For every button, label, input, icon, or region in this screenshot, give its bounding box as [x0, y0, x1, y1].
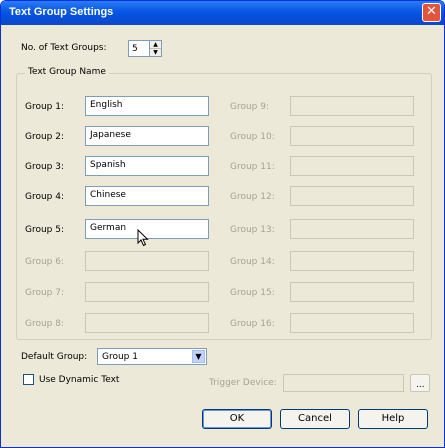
group-13-input: [290, 219, 414, 239]
group-6-input: [85, 251, 209, 271]
group-2-label: Group 2:: [25, 132, 65, 142]
group-9-label: Group 9:: [230, 102, 270, 112]
text-group-name-title: Text Group Name: [25, 67, 109, 77]
spinner-buttons: ▲ ▼: [149, 41, 161, 56]
group-12-label: Group 12:: [230, 192, 275, 202]
group-7-label: Group 7:: [25, 288, 65, 298]
title-bar[interactable]: Text Group Settings ✕: [1, 1, 444, 25]
dropdown-arrow-icon[interactable]: ▼: [192, 350, 205, 363]
group-5-label: Group 5:: [25, 225, 65, 235]
num-groups-label: No. of Text Groups:: [21, 43, 107, 53]
group-13-label: Group 13:: [230, 225, 275, 235]
group-11-label: Group 11:: [230, 162, 275, 172]
group-3-input[interactable]: Spanish: [85, 156, 209, 176]
default-group-label: Default Group:: [21, 352, 88, 362]
trigger-device-field: [283, 374, 404, 392]
group-6-label: Group 6:: [25, 257, 65, 267]
spin-down-icon[interactable]: ▼: [150, 49, 161, 56]
num-groups-spinner[interactable]: 5 ▲ ▼: [128, 40, 162, 57]
group-11-input: [290, 156, 414, 176]
group-16-input: [290, 313, 414, 333]
mouse-pointer-icon: [137, 229, 149, 247]
cancel-button[interactable]: Cancel: [280, 409, 350, 429]
group-15-input: [290, 282, 414, 302]
group-1-input[interactable]: English: [85, 96, 209, 116]
group-7-input: [85, 282, 209, 302]
group-15-label: Group 15:: [230, 288, 275, 298]
group-12-input: [290, 186, 414, 206]
group-1-label: Group 1:: [25, 102, 65, 112]
trigger-device-label: Trigger Device:: [209, 378, 277, 388]
browse-button[interactable]: ...: [410, 374, 430, 392]
num-groups-value: 5: [132, 44, 138, 54]
group-10-input: [290, 126, 414, 146]
group-2-input[interactable]: Japanese: [85, 126, 209, 146]
group-4-label: Group 4:: [25, 192, 65, 202]
window-title: Text Group Settings: [9, 6, 114, 18]
help-button[interactable]: Help: [358, 409, 428, 429]
use-dynamic-text-label: Use Dynamic Text: [39, 375, 120, 385]
group-9-input: [290, 96, 414, 116]
group-10-label: Group 10:: [230, 132, 275, 142]
group-14-label: Group 14:: [230, 257, 275, 267]
default-group-select[interactable]: Group 1 ▼: [97, 348, 207, 365]
spin-up-icon[interactable]: ▲: [150, 41, 161, 49]
group-14-input: [290, 251, 414, 271]
group-8-input: [85, 313, 209, 333]
ok-button[interactable]: OK: [202, 409, 272, 429]
default-group-value: Group 1: [102, 352, 138, 362]
group-3-label: Group 3:: [25, 162, 65, 172]
text-group-settings-dialog: Text Group Settings ✕ No. of Text Groups…: [0, 0, 445, 448]
use-dynamic-text-checkbox[interactable]: [23, 374, 34, 385]
browse-button-label: ...: [416, 380, 425, 390]
group-8-label: Group 8:: [25, 319, 65, 329]
close-icon[interactable]: ✕: [422, 3, 441, 22]
group-16-label: Group 16:: [230, 319, 275, 329]
group-4-input[interactable]: Chinese: [85, 186, 209, 206]
